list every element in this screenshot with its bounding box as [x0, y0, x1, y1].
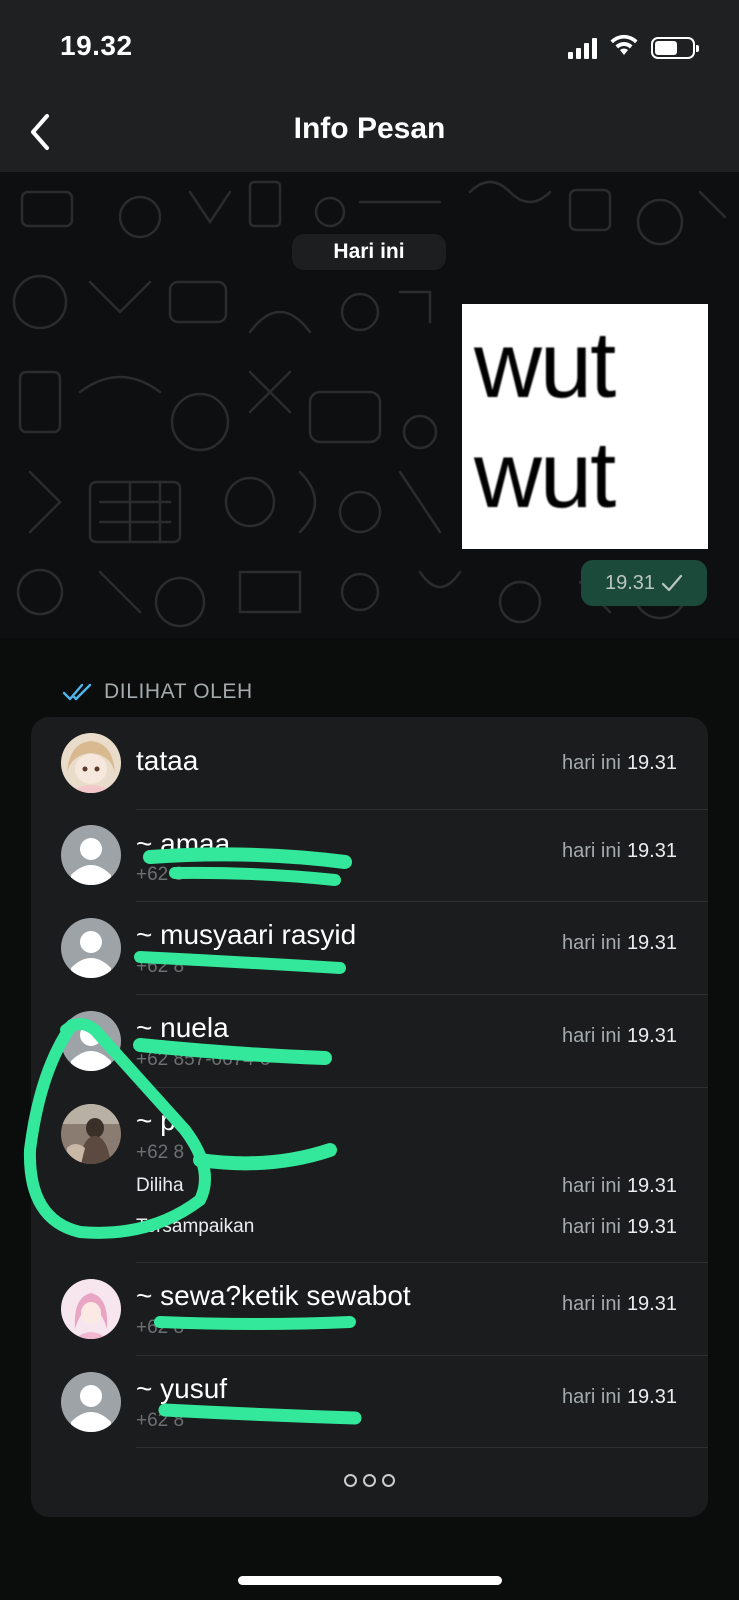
seen-time: hari ini 19.31 [562, 1386, 677, 1408]
seen-by-section: DILIHAT OLEH tataa hari ini 19.31 ~ amaa… [0, 638, 739, 1600]
avatar [61, 1104, 121, 1164]
home-indicator[interactable] [238, 1576, 502, 1585]
delivered-time: hari ini 19.31 [562, 1216, 677, 1238]
message-time: 19.31 [604, 571, 656, 594]
signal-icon [568, 37, 597, 59]
seen-time: hari ini 19.31 [562, 1293, 677, 1315]
message-time-badge: 19.31 [581, 560, 707, 606]
list-item-expanded[interactable]: ~ p +62 8 Diliha hari ini 19.31 Tersampai… [31, 1088, 708, 1263]
seen-time: hari ini 19.31 [562, 932, 677, 954]
contact-phone: +62 8 [136, 956, 185, 977]
avatar [61, 733, 121, 793]
avatar [61, 1279, 121, 1339]
seen-by-header: DILIHAT OLEH [62, 680, 253, 704]
contact-name: ~ yusuf [136, 1373, 228, 1404]
list-item[interactable]: ~ amaa +62 8 hari ini 19.31 [31, 810, 708, 902]
delivered-label: Tersampaikan [136, 1216, 255, 1237]
image-text-line2: wut [474, 422, 616, 527]
contact-phone: +62 8 [136, 1410, 185, 1431]
contact-phone: +62 8 [136, 1142, 185, 1163]
seen-by-label: DILIHAT OLEH [104, 680, 253, 703]
page-title: Info Pesan [293, 112, 446, 145]
list-item[interactable]: tataa hari ini 19.31 [31, 717, 708, 810]
check-icon [661, 574, 683, 592]
seen-time: hari ini 19.31 [562, 1025, 677, 1047]
default-avatar-icon [61, 1011, 121, 1071]
contact-phone: +62 8 [136, 864, 185, 885]
double-check-icon [62, 683, 92, 701]
list-item[interactable]: ~ nuela +62 857-0674-5 hari ini 19.31 [31, 995, 708, 1088]
date-label: Hari ini [292, 234, 446, 270]
list-item[interactable]: ~ sewa?ketik sewabot +62 8 hari ini 19.31 [31, 1263, 708, 1356]
seen-time: hari ini 19.31 [562, 752, 677, 774]
status-icons [568, 34, 699, 61]
default-avatar-icon [61, 1372, 121, 1432]
battery-icon [651, 36, 699, 59]
wifi-icon [609, 34, 639, 61]
contact-phone: +62 857-0674-5 [136, 1049, 271, 1070]
list-item[interactable]: ~ musyaari rasyid +62 8 hari ini 19.31 [31, 902, 708, 995]
more-icon[interactable] [31, 1474, 708, 1487]
image-text-line1: wut [474, 312, 616, 417]
nav-bar: Info Pesan [0, 92, 739, 172]
image-message[interactable]: wut wut [462, 304, 708, 549]
seen-label: Diliha [136, 1175, 184, 1196]
list-item[interactable]: ~ yusuf +62 8 hari ini 19.31 [31, 1356, 708, 1448]
seen-by-list: tataa hari ini 19.31 ~ amaa +62 8 hari in… [31, 717, 708, 1517]
contact-name: ~ nuela [136, 1012, 229, 1043]
default-avatar-icon [61, 825, 121, 885]
contact-name: ~ amaa [136, 828, 231, 859]
seen-time: hari ini 19.31 [562, 840, 677, 862]
seen-time: hari ini 19.31 [562, 1175, 677, 1197]
contact-phone: +62 8 [136, 1317, 185, 1338]
contact-name: ~ sewa?ketik sewabot [136, 1280, 411, 1311]
status-bar: 19.32 [0, 0, 739, 92]
default-avatar-icon [61, 918, 121, 978]
contact-name: ~ p [136, 1105, 176, 1136]
status-time: 19.32 [60, 30, 133, 61]
chat-preview: Hari ini wut wut 19.31 [0, 172, 739, 638]
contact-name: tataa [136, 745, 199, 776]
contact-name: ~ musyaari rasyid [136, 919, 357, 950]
